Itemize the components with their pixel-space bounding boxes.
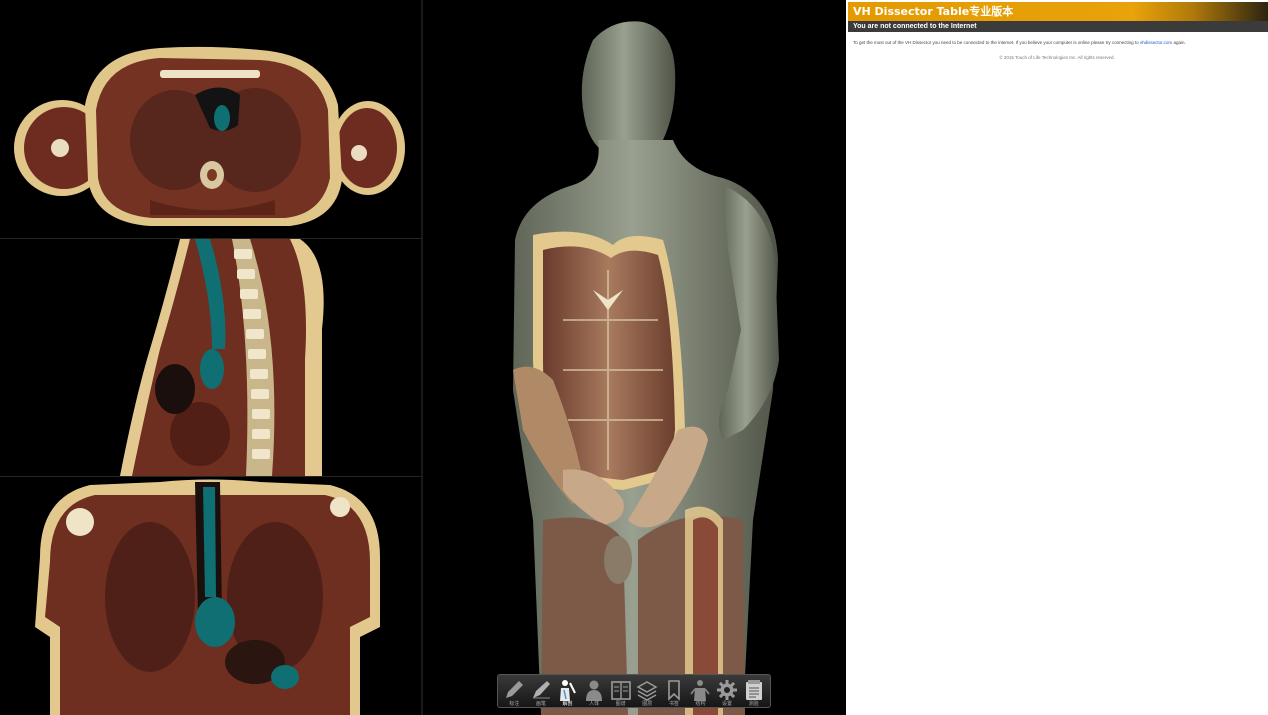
connection-message: To get the most out of the VH Dissector …: [853, 40, 1265, 45]
notepad-icon: [745, 680, 762, 700]
tool-layers[interactable]: 图层: [634, 675, 660, 707]
tool-bar: 标注 画笔 解剖 人体 图谱 图层 书签 结构 设置 测验: [497, 674, 771, 708]
tool-annotate[interactable]: 标注: [501, 675, 527, 707]
right-shoulder-joint: [330, 497, 350, 517]
message-text: To get the most out of the VH Dissector …: [853, 40, 1140, 45]
bookmark-icon: [668, 680, 680, 701]
aorta-coronal-highlight: [203, 487, 216, 597]
copyright-text: © 2015 Touch of Life Technologies Inc. A…: [999, 55, 1115, 60]
tool-atlas[interactable]: 图谱: [608, 675, 634, 707]
tool-label: 人体: [589, 701, 600, 707]
3d-model-viewer[interactable]: [423, 0, 846, 715]
tool-label: 结构: [695, 701, 706, 707]
tool-dissect[interactable]: 解剖: [554, 675, 580, 707]
tool-label: 设置: [722, 701, 733, 707]
sagittal-slice-view[interactable]: [0, 239, 421, 476]
axial-slice-image: [14, 46, 405, 226]
aorta-highlight: [214, 105, 230, 131]
tool-body[interactable]: 人体: [581, 675, 607, 707]
tool-label: 图谱: [615, 701, 626, 707]
tool-bookmark[interactable]: 书签: [661, 675, 687, 707]
tool-structure[interactable]: 结构: [687, 675, 713, 707]
tool-pen[interactable]: 画笔: [528, 675, 554, 707]
left-lung-coronal: [105, 522, 195, 672]
coronal-slice-image: [35, 479, 380, 715]
sagittal-slice-image: [120, 239, 324, 476]
book-icon: [610, 681, 631, 700]
info-panel: VH Dissector Table专业版本 You are not conne…: [846, 0, 1268, 715]
pen-icon: [532, 681, 550, 699]
tool-quiz[interactable]: 测验: [741, 675, 767, 707]
gear-icon: [717, 680, 738, 700]
message-text-end: again.: [1172, 40, 1186, 45]
connection-status-bar: You are not connected to the Internet: [848, 21, 1268, 32]
pencil-icon: [506, 681, 524, 698]
tool-label: 图层: [642, 701, 653, 707]
model-head: [581, 21, 676, 161]
anatomy-figure-icon: [690, 680, 711, 701]
info-panel-title: VH Dissector Table专业版本: [848, 2, 1268, 21]
left-shoulder-joint: [66, 508, 94, 536]
vhdissector-link[interactable]: vhdissector.com: [1140, 40, 1172, 45]
axial-slice-view[interactable]: [0, 0, 421, 238]
dissect-figure-icon: [560, 680, 577, 701]
layers-icon: [636, 681, 658, 701]
3d-body-model: [513, 21, 779, 715]
tool-label: 画笔: [535, 701, 546, 707]
tool-label: 书签: [668, 701, 679, 707]
tool-label: 测验: [748, 701, 759, 707]
coronal-slice-view[interactable]: [0, 477, 421, 715]
tool-label: 标注: [509, 701, 520, 707]
tool-label: 解剖: [562, 701, 573, 707]
person-icon: [586, 680, 603, 701]
tool-settings[interactable]: 设置: [714, 675, 740, 707]
